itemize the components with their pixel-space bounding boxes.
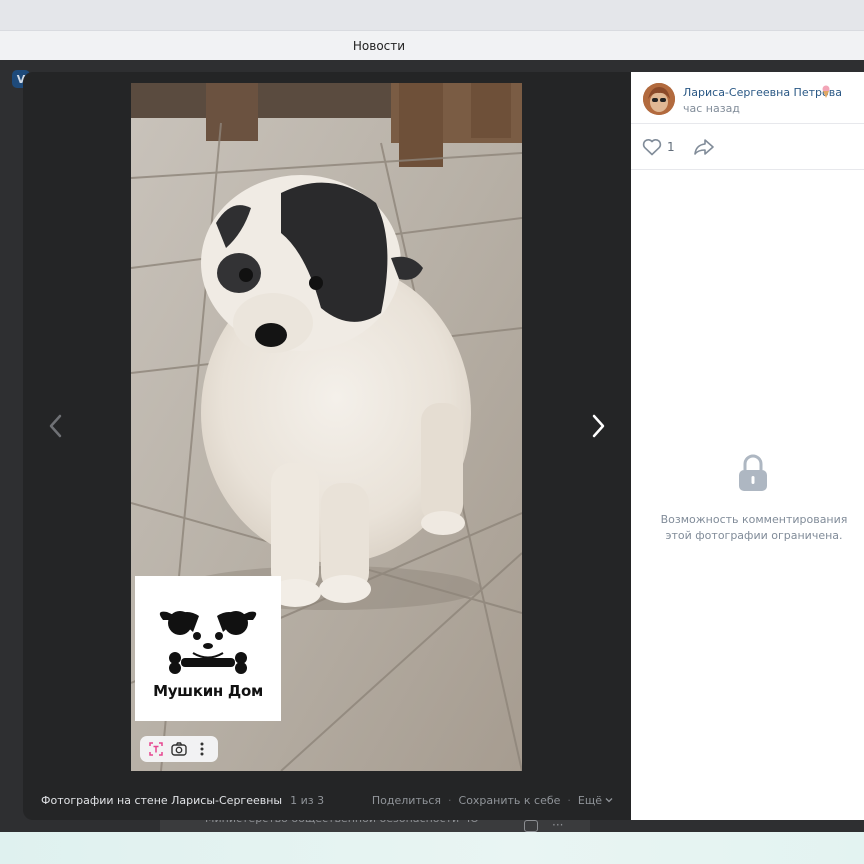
more-horizontal-icon: ··· bbox=[552, 818, 564, 832]
chevron-down-icon bbox=[605, 798, 613, 803]
photo-counter: 1 из 3 bbox=[290, 793, 325, 807]
separator: · bbox=[567, 793, 571, 807]
photo-tools bbox=[140, 736, 218, 762]
post-time: час назад bbox=[683, 102, 740, 115]
add-icon bbox=[524, 820, 538, 832]
chevron-left-icon bbox=[49, 414, 62, 438]
share-link[interactable]: Поделиться bbox=[372, 794, 441, 807]
like-count: 1 bbox=[667, 140, 675, 154]
heart-icon[interactable] bbox=[642, 138, 662, 156]
viewer-footer: Фотографии на стене Ларисы-Сергеевны 1 и… bbox=[23, 786, 631, 814]
share-icon[interactable] bbox=[693, 138, 715, 156]
author-header: Лариса-Сергеевна Петрова час назад bbox=[631, 72, 864, 124]
next-photo-button[interactable] bbox=[585, 406, 613, 446]
more-menu-button[interactable]: Ещё bbox=[578, 794, 613, 807]
more-vertical-icon[interactable] bbox=[191, 739, 213, 759]
lock-icon bbox=[739, 454, 767, 491]
album-title[interactable]: Фотографии на стене Ларисы-Сергеевны bbox=[41, 794, 282, 807]
more-label: Ещё bbox=[577, 793, 602, 807]
page-bottom-area bbox=[0, 832, 864, 864]
footer-actions: Поделиться · Сохранить к себе · Ещё bbox=[372, 794, 613, 807]
chevron-right-icon bbox=[592, 414, 605, 438]
tab-strip: Новости bbox=[0, 30, 864, 60]
previous-photo-button[interactable] bbox=[41, 406, 69, 446]
camera-icon[interactable] bbox=[168, 739, 190, 759]
browser-toolbar bbox=[0, 0, 864, 30]
watermark-text: Мушкин Дом bbox=[153, 682, 263, 700]
dog-logo-icon bbox=[159, 611, 257, 674]
separator: · bbox=[448, 793, 452, 807]
author-name[interactable]: Лариса-Сергеевна Петрова bbox=[683, 86, 842, 99]
comments-restricted-message: Возможность комментирования этой фотогра… bbox=[660, 513, 848, 542]
post-sidebar: Лариса-Сергеевна Петрова час назад 1 Воз… bbox=[631, 72, 864, 820]
save-to-profile-link[interactable]: Сохранить к себе bbox=[459, 794, 561, 807]
ice-cream-emoji-icon bbox=[822, 85, 830, 98]
watermark-logo: Мушкин Дом bbox=[135, 576, 281, 721]
page-title: Новости bbox=[352, 38, 406, 53]
text-recognition-icon[interactable] bbox=[145, 739, 167, 759]
post-actions: 1 bbox=[631, 124, 864, 170]
avatar[interactable] bbox=[643, 83, 675, 115]
